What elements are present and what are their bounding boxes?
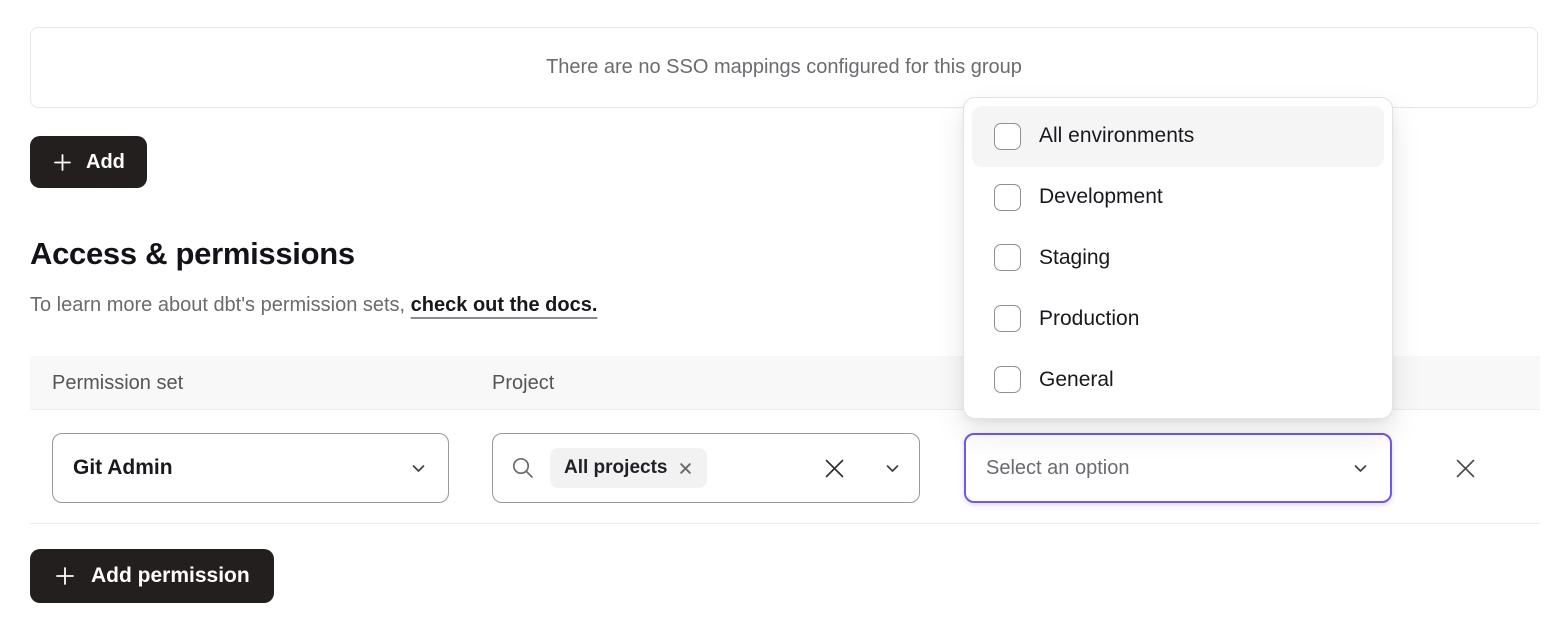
option-label: Production [1039, 307, 1139, 331]
add-sso-mapping-label: Add [86, 151, 125, 174]
column-header-permission-set: Permission set [52, 356, 183, 410]
checkbox-unchecked[interactable] [994, 184, 1021, 211]
sso-empty-banner: There are no SSO mappings configured for… [30, 27, 1538, 108]
dropdown-option-general[interactable]: General [972, 349, 1384, 410]
column-header-project: Project [492, 356, 554, 410]
chevron-down-icon [1351, 459, 1370, 478]
clear-icon[interactable] [822, 456, 847, 481]
option-label: Development [1039, 185, 1163, 209]
project-tag: All projects [550, 448, 707, 488]
close-icon [1452, 455, 1479, 482]
add-permission-label: Add permission [91, 564, 250, 588]
project-tag-label: All projects [564, 457, 667, 479]
project-select[interactable]: All projects [492, 433, 920, 503]
docs-link[interactable]: check out the docs. [411, 294, 598, 316]
add-permission-button[interactable]: Add permission [30, 549, 274, 603]
subtitle-text: To learn more about dbt's permission set… [30, 294, 411, 316]
environment-select[interactable]: Select an option [964, 433, 1392, 503]
checkbox-unchecked[interactable] [994, 244, 1021, 271]
chevron-down-icon [409, 459, 428, 478]
chevron-down-icon[interactable] [883, 459, 902, 478]
checkbox-unchecked[interactable] [994, 123, 1021, 150]
remove-tag-icon[interactable] [678, 461, 693, 476]
sso-empty-message: There are no SSO mappings configured for… [546, 56, 1022, 79]
remove-permission-row-button[interactable] [1450, 453, 1480, 483]
permission-set-select[interactable]: Git Admin [52, 433, 449, 503]
dropdown-option-all-environments[interactable]: All environments [972, 106, 1384, 167]
permission-set-value: Git Admin [73, 456, 173, 480]
add-sso-mapping-button[interactable]: Add [30, 136, 147, 188]
plus-icon [54, 565, 76, 587]
environment-placeholder: Select an option [986, 457, 1129, 480]
permission-row: Git Admin All projects [30, 410, 1540, 524]
dropdown-option-development[interactable]: Development [972, 167, 1384, 228]
dropdown-option-production[interactable]: Production [972, 288, 1384, 349]
option-label: Staging [1039, 246, 1110, 270]
section-subtitle: To learn more about dbt's permission set… [30, 293, 597, 318]
option-label: General [1039, 368, 1114, 392]
option-label: All environments [1039, 124, 1194, 148]
plus-icon [52, 152, 73, 173]
checkbox-unchecked[interactable] [994, 366, 1021, 393]
dropdown-option-staging[interactable]: Staging [972, 228, 1384, 289]
search-icon [510, 455, 536, 481]
environment-dropdown-menu: All environments Development Staging Pro… [963, 97, 1393, 419]
page-title: Access & permissions [30, 236, 355, 272]
checkbox-unchecked[interactable] [994, 305, 1021, 332]
